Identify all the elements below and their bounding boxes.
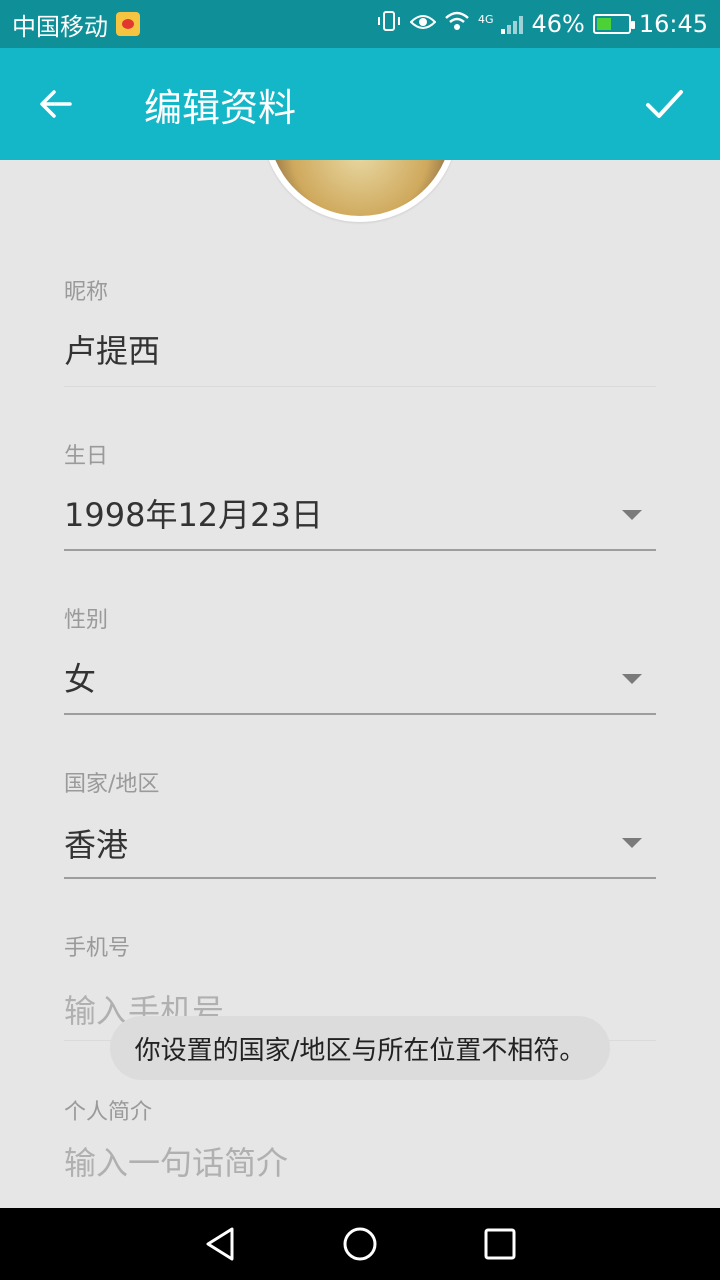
- battery-fill: [596, 18, 611, 30]
- nav-home-button[interactable]: [330, 1214, 390, 1274]
- app-bar: 编辑资料: [0, 48, 720, 160]
- edit-profile-form: 昵称 卢提西 生日 1998年12月23日 性别 女 国家/地区 香港 手机号 …: [0, 160, 720, 1208]
- back-button[interactable]: [0, 48, 112, 160]
- chevron-down-icon[interactable]: [622, 674, 642, 684]
- page-title: 编辑资料: [144, 85, 297, 130]
- weibo-icon: [116, 12, 140, 36]
- status-bar: 中国移动 4G 46% 16:45: [0, 0, 720, 48]
- gender-select[interactable]: 女: [64, 654, 96, 700]
- gender-underline: [64, 713, 656, 715]
- toast-message: 你设置的国家/地区与所在位置不相符。: [110, 1016, 610, 1080]
- region-field[interactable]: 国家/地区 香港: [64, 766, 656, 880]
- chevron-down-icon[interactable]: [622, 838, 642, 848]
- nav-recents-button[interactable]: [470, 1214, 530, 1274]
- battery-icon: [592, 14, 635, 34]
- signal-icon: [501, 14, 524, 34]
- nickname-underline: [64, 386, 656, 387]
- recents-square-icon: [484, 1228, 516, 1260]
- vibrate-icon: [376, 9, 402, 39]
- network-type: 4G: [477, 13, 494, 26]
- nav-back-button[interactable]: [190, 1214, 250, 1274]
- carrier-name: 中国移动: [12, 12, 108, 41]
- birthday-underline: [64, 549, 656, 551]
- eye-icon: [409, 10, 437, 38]
- phone-label: 手机号: [64, 936, 131, 961]
- avatar-image: [268, 160, 452, 216]
- status-left: 中国移动: [12, 7, 140, 42]
- gender-field[interactable]: 性别 女: [64, 602, 656, 716]
- birthday-label: 生日: [64, 444, 109, 469]
- home-circle-icon: [343, 1227, 377, 1261]
- status-right: 4G 46% 16:45: [376, 9, 708, 39]
- chevron-down-icon[interactable]: [622, 510, 642, 520]
- birthday-select[interactable]: 1998年12月23日: [64, 490, 323, 536]
- gender-label: 性别: [64, 608, 109, 633]
- check-icon: [646, 90, 683, 118]
- region-underline: [64, 877, 656, 879]
- wifi-icon: [444, 10, 470, 38]
- bio-field[interactable]: 个人简介 输入一句话简介: [64, 1094, 656, 1208]
- arrow-left-icon: [40, 90, 72, 118]
- region-label: 国家/地区: [64, 772, 160, 797]
- save-button[interactable]: [608, 48, 720, 160]
- back-triangle-icon: [206, 1227, 234, 1261]
- navigation-bar: [0, 1208, 720, 1280]
- bio-input[interactable]: 输入一句话简介: [64, 1138, 288, 1184]
- clock: 16:45: [638, 10, 708, 38]
- region-select[interactable]: 香港: [64, 820, 128, 866]
- avatar[interactable]: [262, 160, 458, 222]
- birthday-field[interactable]: 生日 1998年12月23日: [64, 438, 656, 552]
- nickname-field[interactable]: 昵称 卢提西: [64, 274, 656, 388]
- nickname-input[interactable]: 卢提西: [64, 326, 160, 372]
- nickname-label: 昵称: [64, 280, 109, 305]
- battery-percent: 46%: [531, 10, 585, 38]
- bio-label: 个人简介: [64, 1100, 153, 1125]
